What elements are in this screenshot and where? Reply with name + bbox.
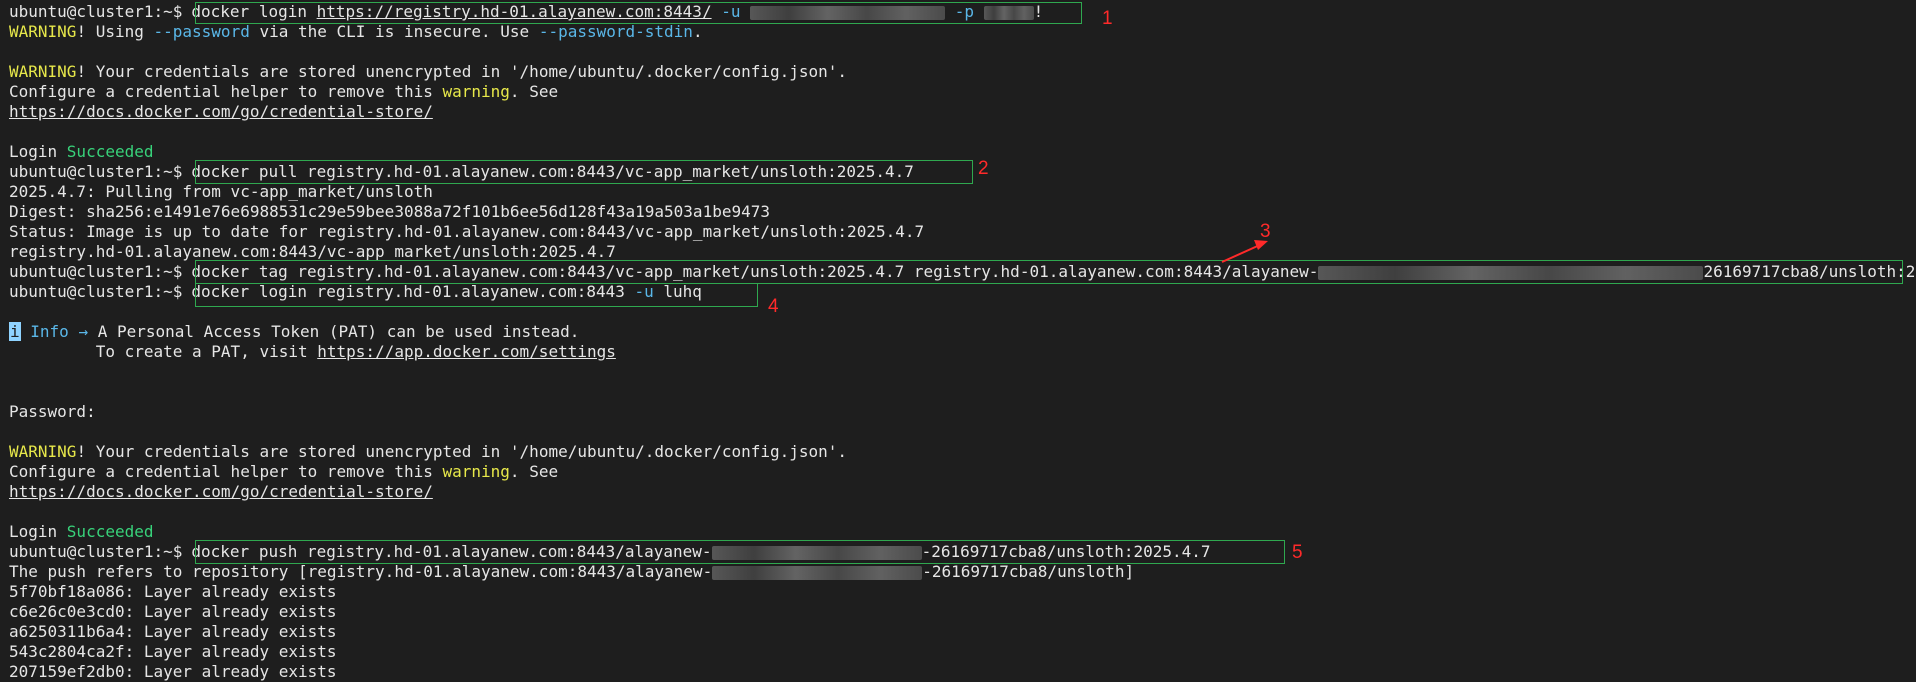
shell-prompt: ubuntu@cluster1:~$ [9,162,183,181]
terminal-line-push-refers: The push refers to repository [registry.… [9,562,1135,581]
terminal-line-login-succeeded-2: Login Succeeded [9,522,154,541]
terminal-line-login-1: ubuntu@cluster1:~$ docker login https://r… [9,2,1044,21]
annotation-number-1: 1 [1102,8,1113,29]
credential-store-link[interactable]: https://docs.docker.com/go/credential-st… [9,102,433,121]
terminal-line-password-prompt: Password: [9,402,96,421]
registry-url-link[interactable]: https://registry.hd-01.alayanew.com:8443… [317,2,712,21]
command-text: docker tag registry.hd-01.alayanew.com:8… [191,262,1319,281]
terminal-line-layer: 543c2804ca2f: Layer already exists [9,642,337,661]
command-text: docker login [191,2,317,21]
terminal-line-docker-tag: ubuntu@cluster1:~$ docker tag registry.hd… [9,262,1916,281]
terminal-line-docs-link: https://docs.docker.com/go/credential-st… [9,102,433,122]
flag-u: -u [634,282,654,301]
succeeded-text: Succeeded [66,522,154,541]
terminal-line-login-2: ubuntu@cluster1:~$ docker login registry.… [9,282,702,301]
shell-prompt: ubuntu@cluster1:~$ [9,2,183,21]
redacted-namespace [712,565,923,580]
redacted-namespace [1318,265,1704,280]
terminal-line-layer: 207159ef2db0: Layer already exists [9,662,337,681]
terminal-window[interactable]: ubuntu@cluster1:~$ docker login https://r… [0,0,1916,681]
terminal-line-layer: 5f70bf18a086: Layer already exists [9,582,337,601]
credential-store-link[interactable]: https://docs.docker.com/go/credential-st… [9,482,433,501]
terminal-line-pulling: 2025.4.7: Pulling from vc-app_market/uns… [9,182,433,201]
flag-p: -p [954,2,975,21]
terminal-line-layer: c6e26c0e3cd0: Layer already exists [9,602,337,621]
command-text: docker push registry.hd-01.alayanew.com:… [191,542,712,561]
annotation-number-4: 4 [768,296,779,317]
redacted-username [750,5,946,20]
terminal-line-docs-link-2: https://docs.docker.com/go/credential-st… [9,482,433,502]
annotation-number-5: 5 [1292,542,1303,563]
terminal-line-docker-push: ubuntu@cluster1:~$ docker push registry.h… [9,542,1211,561]
docker-settings-link[interactable]: https://app.docker.com/settings [317,342,616,361]
terminal-line-credentials-warning: WARNING! Your credentials are stored une… [9,62,848,81]
annotation-number-2: 2 [978,158,989,179]
shell-prompt: ubuntu@cluster1:~$ [9,282,183,301]
terminal-line-login-succeeded: Login Succeeded [9,142,154,161]
terminal-line-password-warning: WARNING! Using --password via the CLI is… [9,22,703,41]
info-icon: i [9,322,21,341]
annotation-arrow [1221,240,1268,263]
flag-u: -u [721,2,741,21]
redacted-password [983,5,1034,20]
terminal-line-credentials-warning-2: WARNING! Your credentials are stored une… [9,442,848,461]
succeeded-text: Succeeded [66,142,154,161]
shell-prompt: ubuntu@cluster1:~$ [9,262,183,281]
shell-prompt: ubuntu@cluster1:~$ [9,542,183,561]
redacted-namespace [711,545,922,560]
terminal-line-configure-helper-2: Configure a credential helper to remove … [9,462,559,481]
terminal-line-create-pat: To create a PAT, visit https://app.docke… [9,342,616,361]
info-label: Info → [20,322,98,341]
terminal-line-status: Status: Image is up to date for registry… [9,222,925,241]
terminal-line-info: i Info → A Personal Access Token (PAT) c… [9,322,580,341]
terminal-line-image-ref: registry.hd-01.alayanew.com:8443/vc-app_… [9,242,616,261]
command-text: docker login registry.hd-01.alayanew.com… [191,282,635,301]
terminal-line-configure-helper: Configure a credential helper to remove … [9,82,559,101]
terminal-line-docker-pull: ubuntu@cluster1:~$ docker pull registry.h… [9,162,914,182]
terminal-line-layer: a6250311b6a4: Layer already exists [9,622,337,641]
command-text: docker pull registry.hd-01.alayanew.com:… [191,162,914,181]
terminal-line-digest: Digest: sha256:e1491e76e6988531c29e59bee… [9,202,770,221]
